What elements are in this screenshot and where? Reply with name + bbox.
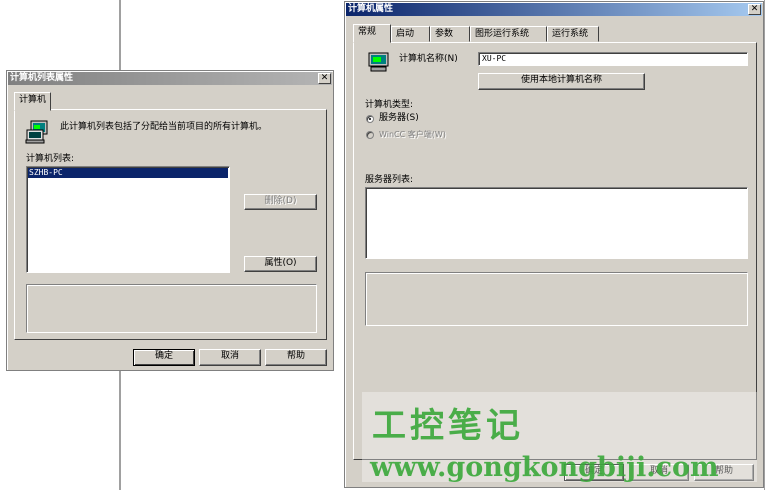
tab-runtime-label: 运行系统 [552,29,589,39]
computer-listbox[interactable]: SZHB-PC [26,166,230,273]
list-item[interactable]: SZHB-PC [28,168,228,178]
use-local-name-button[interactable]: 使用本地计算机名称 [478,73,645,90]
server-info-box [365,272,748,326]
computer-icon [25,120,51,147]
server-radio[interactable] [366,115,374,123]
computer-properties-title-bar[interactable]: 计算机属性 [346,3,762,16]
help-button[interactable]: 帮助 [265,349,327,366]
computer-properties-title: 计算机属性 [348,4,394,14]
computer-name-field[interactable]: XU-PC [478,52,748,66]
tab-parameters[interactable]: 参数 [430,26,470,42]
tab-general-label: 常规 [358,27,377,37]
tab-computer[interactable]: 计算机 [14,92,52,111]
computer-list-title: 计算机列表属性 [10,73,74,83]
computer-list-tabs: 计算机 [14,92,324,111]
computer-name-label: 计算机名称(N) [399,54,458,64]
client-option-label[interactable]: WinCC 客户端(W) [379,129,446,140]
computer-list-label: 计算机列表: [26,154,75,164]
tab-parameters-label: 参数 [435,29,454,39]
cancel-button[interactable]: 取消 [199,349,261,366]
computer-list-dialog: 计算机列表属性 ✕ 计算机 此计算机列表包括了分配给当前项目的所有计算机。 计算… [6,70,334,371]
ok-button[interactable]: 确定 [133,349,195,366]
computer-info-box [26,284,317,333]
tab-computer-label: 计算机 [19,95,47,105]
computer-list-panel: 此计算机列表包括了分配给当前项目的所有计算机。 计算机列表: SZHB-PC 删… [14,109,327,340]
delete-button[interactable]: 删除(D) [244,194,317,210]
computer-type-label: 计算机类型: [365,100,414,110]
client-radio[interactable] [366,131,374,139]
computer-icon [368,52,390,75]
server-option-label[interactable]: 服务器(S) [379,113,419,124]
close-icon[interactable]: ✕ [318,73,331,84]
tab-graphics-runtime-label: 图形运行系统 [475,29,530,39]
close-icon[interactable]: ✕ [748,4,761,15]
background-divider-right [764,0,765,490]
properties-button[interactable]: 属性(O) [244,256,317,272]
server-listbox[interactable] [365,187,748,259]
watermark-url: www.gongkongbiji.com [370,452,719,483]
tab-startup-label: 启动 [396,29,415,39]
server-list-label: 服务器列表: [365,175,414,185]
computer-list-description: 此计算机列表包括了分配给当前项目的所有计算机。 [60,122,268,132]
tab-startup[interactable]: 启动 [391,26,430,42]
tab-general[interactable]: 常规 [353,24,391,43]
computer-properties-tabs: 常规 启动 参数 图形运行系统 运行系统 [353,24,753,43]
computer-list-title-bar[interactable]: 计算机列表属性 [8,72,332,85]
watermark-title: 工控笔记 [372,406,524,446]
tab-runtime[interactable]: 运行系统 [547,26,599,42]
tab-graphics-runtime[interactable]: 图形运行系统 [470,26,547,42]
